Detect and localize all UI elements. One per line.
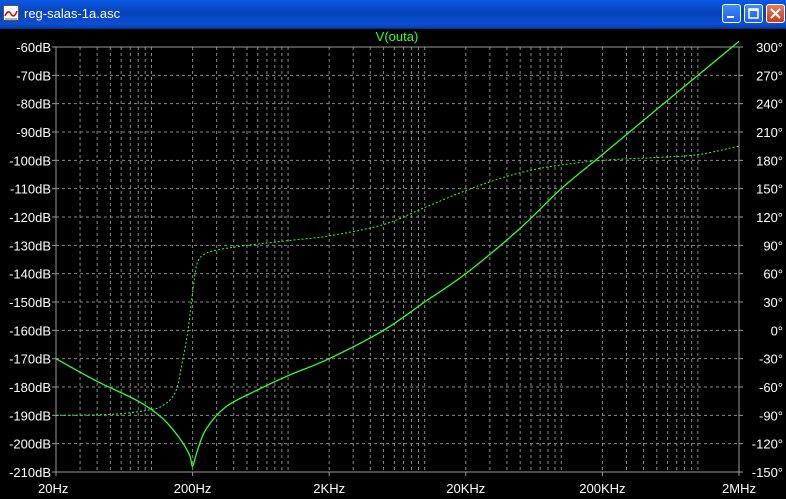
bode-plot[interactable]: V(outa) -60dB -70dB -80dB -90dB -100dB -110dB…: [0, 28, 786, 499]
y-tick-label: -170dB: [9, 352, 51, 367]
series-layer: [55, 40, 740, 467]
minimize-button[interactable]: [722, 4, 741, 23]
y-tick-label: -130dB: [9, 238, 51, 253]
x-tick-label: 2KHz: [313, 481, 345, 496]
y2-tick-label: -120°: [752, 437, 783, 452]
series-magnitude-line: [55, 40, 740, 467]
y2-tick-label: -90°: [759, 408, 783, 423]
y2-tick-label: -30°: [759, 352, 783, 367]
y2-tick-label: 0°: [771, 323, 783, 338]
y-tick-label: -190dB: [9, 408, 51, 423]
y-tick-label: -210dB: [9, 465, 51, 480]
waveform-app-icon[interactable]: [3, 5, 19, 21]
plot-frame: [55, 46, 740, 473]
y2-tick-label: 120°: [756, 210, 783, 225]
chart-title: V(outa): [376, 29, 419, 44]
y-tick-label: -80dB: [16, 97, 51, 112]
y-tick-label: -60dB: [16, 40, 51, 55]
window-title: reg-salas-1a.asc: [24, 6, 121, 21]
y2-tick-label: 210°: [756, 125, 783, 140]
close-icon: [770, 8, 781, 19]
y-tick-label: -150dB: [9, 295, 51, 310]
y2-tick-label: -150°: [752, 465, 783, 480]
x-tick-label: 20Hz: [38, 481, 68, 496]
x-tick-label: 2MHz: [722, 481, 756, 496]
series-phase-line: [55, 145, 740, 416]
y2-tick-label: 30°: [763, 295, 783, 310]
maximize-icon: [748, 8, 759, 19]
y2-tick-label: 60°: [763, 267, 783, 282]
y2-tick-label: 90°: [763, 238, 783, 253]
y-tick-label: -140dB: [9, 267, 51, 282]
y2-tick-label: 240°: [756, 97, 783, 112]
y-tick-label: -160dB: [9, 323, 51, 338]
y2-tick-label: -60°: [759, 380, 783, 395]
x-tick-label: 20KHz: [446, 481, 485, 496]
close-button[interactable]: [766, 4, 785, 23]
x-tick-label: 200Hz: [174, 481, 212, 496]
y-tick-label: -100dB: [9, 153, 51, 168]
app-window: reg-salas-1a.asc V(outa) -60dB -70dB -80dB…: [0, 0, 786, 499]
minimize-icon: [727, 16, 734, 18]
y2-tick-label: 180°: [756, 153, 783, 168]
y-tick-label: -110dB: [10, 182, 51, 197]
grid: [56, 46, 739, 473]
y2-tick-label: 300°: [756, 40, 783, 55]
title-bar[interactable]: reg-salas-1a.asc: [0, 0, 786, 29]
y-tick-label: -200dB: [9, 437, 51, 452]
y-tick-label: -120dB: [9, 210, 51, 225]
y-tick-label: -70dB: [16, 68, 51, 83]
y2-tick-label: 150°: [756, 182, 783, 197]
y-tick-label: -180dB: [9, 380, 51, 395]
x-tick-label: 200KHz: [579, 481, 625, 496]
maximize-button[interactable]: [744, 4, 763, 23]
y2-tick-label: 270°: [756, 68, 783, 83]
tick-labels: -60dB -70dB -80dB -90dB -100dB -110dB -120dB -1…: [9, 40, 783, 496]
y-tick-label: -90dB: [16, 125, 51, 140]
